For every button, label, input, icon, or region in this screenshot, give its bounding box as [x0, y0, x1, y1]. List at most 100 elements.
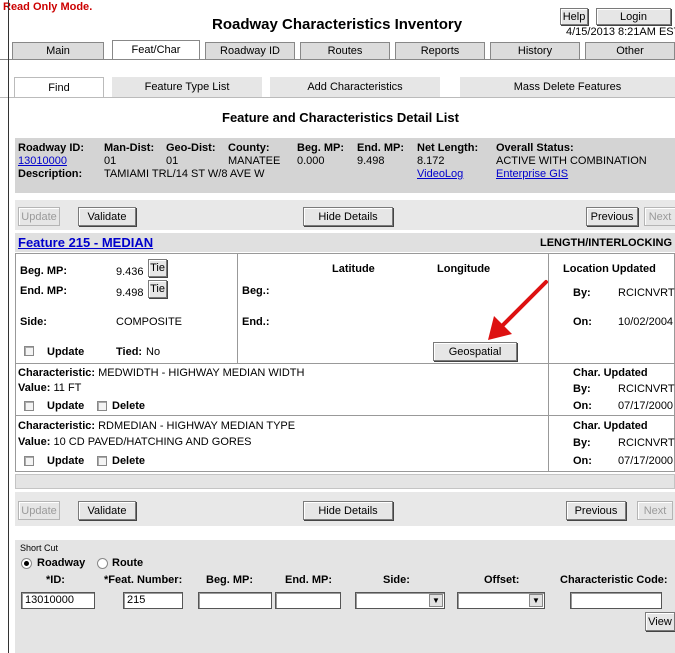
- next-button-top[interactable]: Next: [644, 207, 675, 226]
- char2-value: RDMEDIAN - HIGHWAY MEDIAN TYPE: [98, 420, 296, 432]
- route-radio[interactable]: [97, 558, 108, 569]
- beg-mp-value: 0.000: [297, 155, 325, 167]
- tab-reports[interactable]: Reports: [395, 42, 485, 59]
- char1-by-label: By:: [573, 383, 591, 395]
- feature-title-link[interactable]: Feature 215 - MEDIAN: [18, 235, 153, 250]
- view-button[interactable]: View: [645, 612, 675, 631]
- char1-value-line: Value: 11 FT: [18, 382, 81, 394]
- char1-by-value: RCICNVRT: [618, 383, 675, 395]
- tab-other[interactable]: Other: [585, 42, 675, 59]
- tab-main[interactable]: Main: [12, 42, 104, 59]
- validate-button-bottom[interactable]: Validate: [78, 501, 136, 520]
- chevron-down-icon[interactable]: ▼: [529, 594, 543, 607]
- id-label: *ID:: [46, 574, 65, 586]
- char2-updated-label: Char. Updated: [573, 420, 648, 432]
- side-select[interactable]: ▼: [355, 592, 445, 609]
- roadway-id-link[interactable]: 13010000: [18, 155, 67, 167]
- char2-delete-label: Delete: [112, 455, 146, 467]
- offset-select[interactable]: ▼: [457, 592, 545, 609]
- char2-by-label: By:: [573, 437, 591, 449]
- id-input[interactable]: 13010000: [21, 592, 95, 609]
- route-radio-label: Route: [112, 557, 144, 569]
- roadway-radio[interactable]: [21, 558, 32, 569]
- tie-beg-button[interactable]: Tie: [148, 259, 167, 277]
- subtab-find[interactable]: Find: [14, 77, 104, 97]
- roadway-radio-label: Roadway: [37, 557, 86, 569]
- char2-value-label: Value:: [18, 436, 51, 448]
- validate-button-top[interactable]: Validate: [78, 207, 136, 226]
- char2-on-value: 07/17/2000: [618, 455, 674, 467]
- roadway-id-header: Roadway ID:: [18, 142, 85, 154]
- char2-on-label: On:: [573, 455, 592, 467]
- char2-update-checkbox[interactable]: [24, 456, 34, 466]
- feature-update-label: Update: [47, 346, 85, 358]
- char1-value: MEDWIDTH - HIGHWAY MEDIAN WIDTH: [98, 367, 305, 379]
- datetime: 4/15/2013 8:21AM EST: [566, 26, 675, 38]
- tab-roadway-id[interactable]: Roadway ID: [205, 42, 295, 59]
- shortcut-beg-mp-label: Beg. MP:: [206, 574, 254, 586]
- char1-delete-checkbox[interactable]: [97, 401, 107, 411]
- char1-value-label: Value:: [18, 382, 51, 394]
- chevron-down-icon[interactable]: ▼: [429, 594, 443, 607]
- char1-delete-label: Delete: [112, 400, 146, 412]
- feature-update-checkbox[interactable]: [24, 346, 34, 356]
- net-length-value: 8.172: [417, 155, 445, 167]
- characteristic-code-input[interactable]: [570, 592, 662, 609]
- shortcut-title: Short Cut: [20, 543, 59, 553]
- hide-details-button-bottom[interactable]: Hide Details: [303, 501, 393, 520]
- char2-delete-checkbox[interactable]: [97, 456, 107, 466]
- tab-feat-char[interactable]: Feat/Char: [112, 40, 200, 59]
- feature-type: LENGTH/INTERLOCKING: [540, 237, 672, 249]
- location-by-label: By:: [573, 287, 591, 299]
- red-arrow-annotation: [488, 280, 548, 340]
- previous-button-bottom[interactable]: Previous: [566, 501, 626, 520]
- previous-button-top[interactable]: Previous: [586, 207, 638, 226]
- char2-update-label: Update: [47, 455, 85, 467]
- tie-end-button[interactable]: Tie: [148, 280, 167, 298]
- description-value: TAMIAMI TRL/14 ST W/8 AVE W: [104, 168, 265, 180]
- char1-on-value: 07/17/2000: [618, 400, 674, 412]
- hide-details-button-top[interactable]: Hide Details: [303, 207, 393, 226]
- page-title: Feature and Characteristics Detail List: [222, 110, 459, 125]
- subtab-feature-type-list[interactable]: Feature Type List: [112, 77, 262, 97]
- county-header: County:: [228, 142, 270, 154]
- update-button-top[interactable]: Update: [18, 207, 60, 226]
- left-border: [8, 0, 9, 653]
- man-dist-value: 01: [104, 155, 117, 167]
- side-label: Side:: [383, 574, 410, 586]
- char1-updated-label: Char. Updated: [573, 367, 648, 379]
- char1-update-checkbox[interactable]: [24, 401, 34, 411]
- char2-value-text: 10 CD PAVED/HATCHING AND GORES: [53, 436, 252, 448]
- feat-number-input[interactable]: 215: [123, 592, 183, 609]
- location-by-value: RCICNVRT: [618, 287, 675, 299]
- geospatial-button[interactable]: Geospatial: [433, 342, 517, 361]
- location-updated-label: Location Updated: [563, 263, 656, 275]
- longitude-header: Longitude: [437, 263, 491, 275]
- subtab-mass-delete[interactable]: Mass Delete Features: [460, 77, 675, 97]
- shortcut-end-mp-label: End. MP:: [285, 574, 333, 586]
- county-value: MANATEE: [228, 155, 281, 167]
- geo-dist-value: 01: [166, 155, 179, 167]
- net-length-header: Net Length:: [417, 142, 479, 154]
- tab-routes[interactable]: Routes: [300, 42, 390, 59]
- videolog-link[interactable]: VideoLog: [417, 168, 463, 180]
- update-button-bottom[interactable]: Update: [18, 501, 60, 520]
- coord-beg-label: Beg.:: [242, 285, 270, 297]
- feature-side-label: Side:: [20, 316, 47, 328]
- feat-number-label: *Feat. Number:: [104, 574, 183, 586]
- next-button-bottom[interactable]: Next: [637, 501, 673, 520]
- spacer-bar: [15, 474, 675, 489]
- end-mp-input[interactable]: [275, 592, 341, 609]
- help-button[interactable]: Help: [560, 8, 588, 25]
- description-label: Description:: [18, 168, 83, 180]
- enterprise-gis-link[interactable]: Enterprise GIS: [496, 168, 568, 180]
- beg-mp-input[interactable]: [198, 592, 272, 609]
- tab-history[interactable]: History: [490, 42, 580, 59]
- app-title: Roadway Characteristics Inventory: [212, 16, 463, 33]
- login-button[interactable]: Login: [596, 8, 671, 25]
- overall-status-header: Overall Status:: [496, 142, 574, 154]
- subtab-add-characteristics[interactable]: Add Characteristics: [270, 77, 440, 97]
- feature-end-mp-label: End. MP:: [20, 285, 68, 297]
- sub-tab-bar: Find Feature Type List Add Characteristi…: [0, 76, 675, 98]
- read-only-mode: Read Only Mode.: [3, 1, 92, 13]
